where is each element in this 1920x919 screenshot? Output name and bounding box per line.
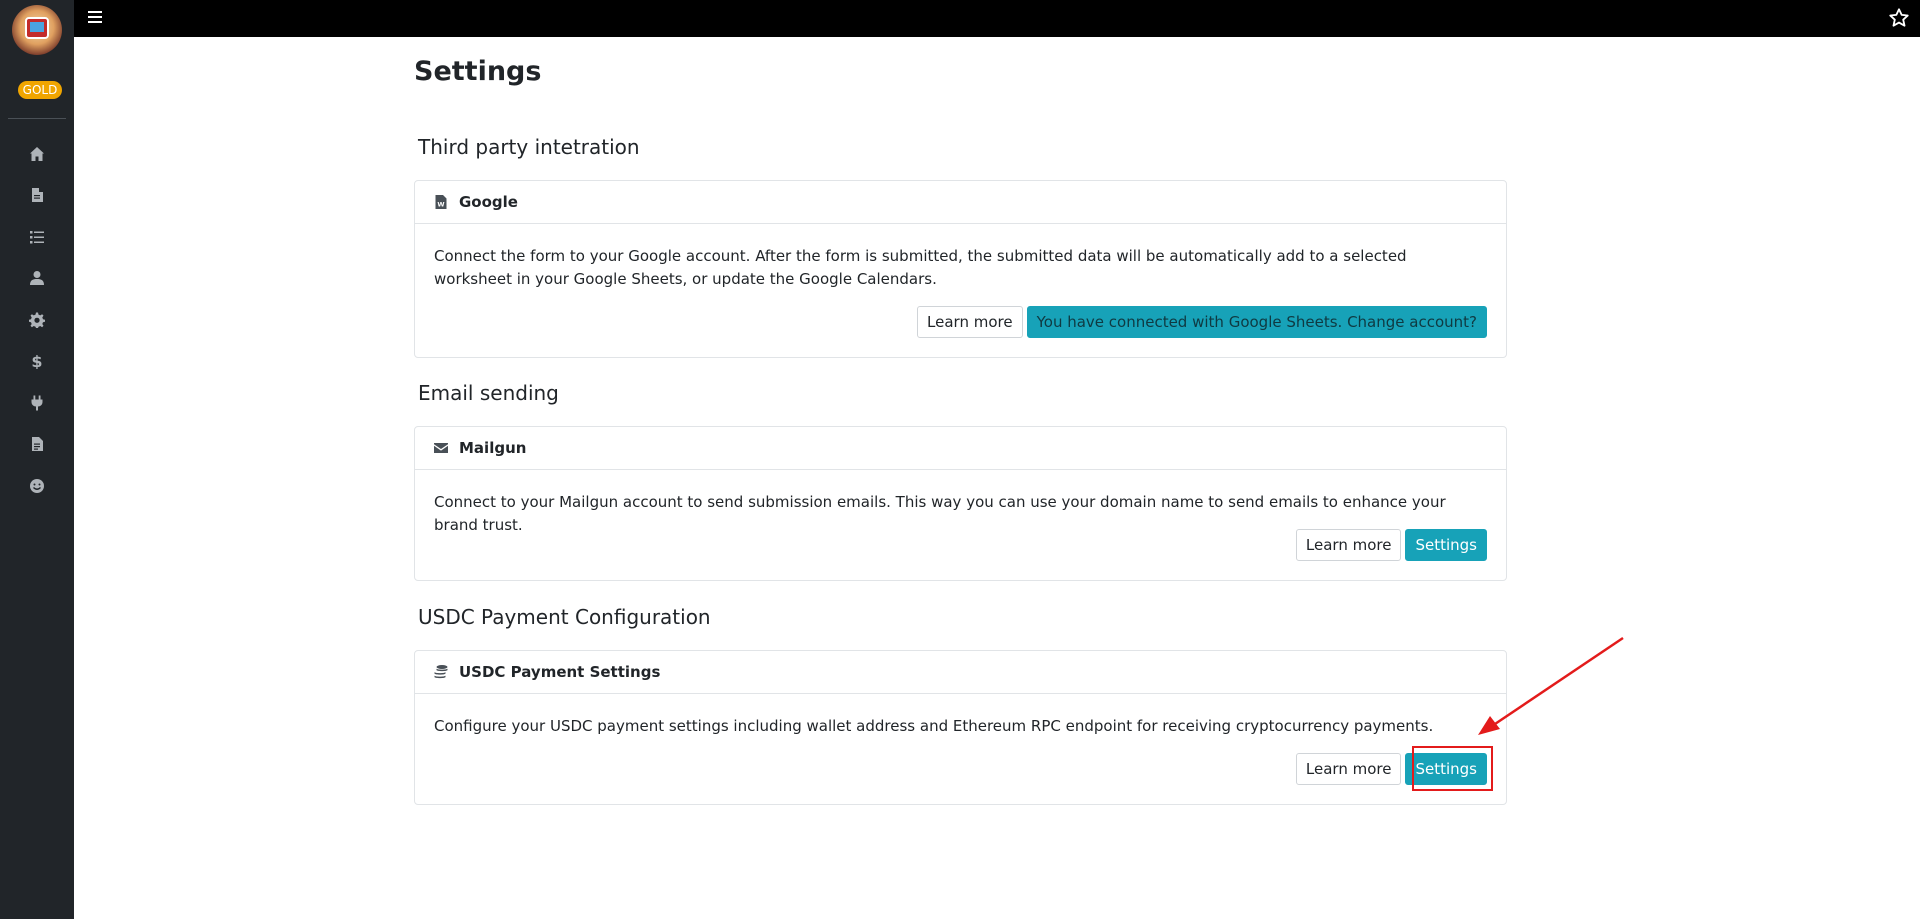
app-logo[interactable]	[12, 5, 62, 55]
mailgun-settings-button[interactable]: Settings	[1405, 529, 1487, 561]
sidebar-item-home[interactable]	[22, 139, 52, 169]
section-title-usdc: USDC Payment Configuration	[418, 605, 711, 629]
sidebar-item-pages[interactable]	[22, 429, 52, 459]
home-icon	[30, 147, 44, 161]
list-icon	[30, 231, 44, 244]
card-description: Connect the form to your Google account.…	[434, 247, 1407, 288]
section-title-email: Email sending	[418, 381, 559, 405]
coins-icon	[434, 665, 448, 679]
learn-more-button[interactable]: Learn more	[1295, 529, 1402, 561]
gold-badge: GOLD	[18, 81, 62, 99]
section-title-third-party: Third party intetration	[418, 135, 640, 159]
card-header: USDC Payment Settings	[415, 651, 1506, 694]
annotation-arrow	[1478, 636, 1624, 735]
star-icon[interactable]	[1888, 7, 1910, 29]
card-header: W Google	[415, 181, 1506, 224]
sidebar: GOLD $	[0, 0, 74, 919]
card-title: USDC Payment Settings	[459, 663, 661, 681]
sidebar-item-user[interactable]	[22, 263, 52, 293]
file-icon	[32, 437, 43, 451]
document-icon	[32, 188, 43, 202]
envelope-icon	[434, 443, 448, 453]
top-bar	[74, 0, 1920, 37]
usdc-card: USDC Payment Settings Configure your USD…	[414, 650, 1507, 805]
sidebar-item-forms[interactable]	[22, 180, 52, 210]
learn-more-button[interactable]: Learn more	[917, 306, 1023, 338]
page-title: Settings	[414, 56, 542, 87]
plug-icon	[31, 395, 43, 411]
change-account-button[interactable]: You have connected with Google Sheets. C…	[1026, 306, 1487, 338]
sidebar-item-settings[interactable]	[22, 305, 52, 335]
sidebar-item-integrations[interactable]	[22, 388, 52, 418]
svg-text:W: W	[437, 201, 444, 209]
menu-toggle-button[interactable]	[88, 11, 104, 25]
card-description: Configure your USDC payment settings inc…	[434, 717, 1434, 735]
learn-more-button[interactable]: Learn more	[1295, 753, 1402, 785]
card-title: Mailgun	[459, 439, 527, 457]
highlight-box	[1412, 746, 1493, 791]
google-sheets-icon: W	[435, 195, 447, 209]
gear-icon	[29, 312, 45, 328]
sidebar-item-billing[interactable]: $	[22, 346, 52, 376]
card-header: Mailgun	[415, 427, 1506, 470]
sidebar-divider	[8, 118, 66, 119]
hamburger-icon	[88, 11, 102, 13]
mailgun-card: Mailgun Connect to your Mailgun account …	[414, 426, 1507, 581]
google-card: W Google Connect the form to your Google…	[414, 180, 1507, 358]
dollar-icon: $	[31, 353, 42, 369]
sidebar-item-support[interactable]	[22, 471, 52, 501]
svg-text:$: $	[31, 353, 42, 369]
smiley-icon	[30, 479, 44, 493]
card-title: Google	[459, 193, 518, 211]
sidebar-item-list[interactable]	[22, 222, 52, 252]
user-icon	[30, 271, 44, 285]
